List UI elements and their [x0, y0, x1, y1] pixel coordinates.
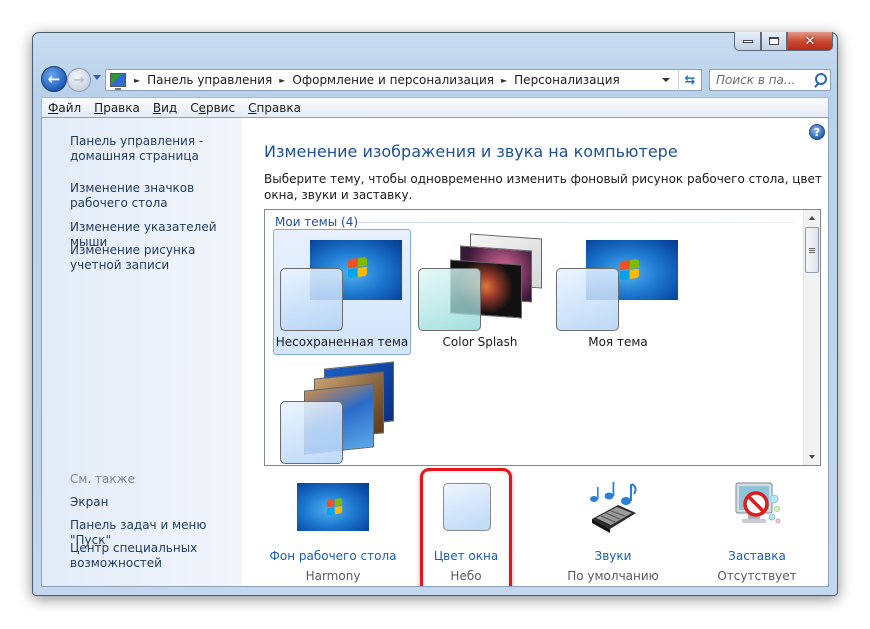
window-color-icon: [443, 483, 491, 531]
minimize-button[interactable]: [734, 32, 761, 51]
menu-edit-label: равка: [103, 100, 140, 115]
theme-name: Моя тема: [588, 335, 648, 349]
option-value: По умолчанию: [567, 569, 659, 583]
option-value: Harmony: [305, 569, 361, 583]
forward-button[interactable]: →: [67, 68, 91, 92]
address-dropdown-icon[interactable]: [662, 78, 670, 82]
navigation-bar: ← → ► Панель управления ► Оформление и п…: [41, 66, 831, 94]
themes-list: Мои темы (4) Несохраненная тема Color Sp…: [264, 209, 821, 466]
menu-tools[interactable]: Сервис: [190, 101, 235, 115]
menu-tools-label: рвис: [205, 100, 236, 115]
maximize-button[interactable]: [761, 32, 787, 51]
option-value: Отсутствует: [717, 569, 797, 583]
help-button[interactable]: ?: [809, 124, 825, 140]
scroll-up-button[interactable]: [804, 210, 820, 226]
breadcrumb-separator[interactable]: ►: [279, 76, 285, 85]
forward-arrow-icon: →: [73, 72, 85, 88]
menu-edit[interactable]: Правка: [94, 101, 140, 115]
see-also-ease-of-access[interactable]: Центр специальных возможностей: [70, 541, 200, 571]
desktop-background-icon: [297, 483, 369, 531]
caption-buttons: ✕: [734, 32, 833, 51]
scroll-down-icon: [809, 455, 815, 459]
scroll-up-icon: [809, 216, 815, 220]
menu-view-label: ид: [161, 100, 178, 115]
menu-edit-accel: П: [94, 100, 104, 115]
theme-options-row: Фон рабочего стола Harmony Цвет окна Неб…: [242, 468, 828, 586]
menu-view-accel: В: [152, 100, 162, 115]
recent-pages-dropdown[interactable]: [93, 75, 101, 80]
menu-help-label: правка: [256, 100, 301, 115]
themes-scrollbar[interactable]: [803, 210, 820, 465]
screensaver-icon: [735, 482, 781, 524]
sidebar-link-control-panel-home[interactable]: Панель управления - домашняя страница: [70, 134, 240, 164]
theme-color-preview: [556, 268, 619, 331]
address-bar[interactable]: ► Панель управления ► Оформление и персо…: [105, 69, 679, 91]
breadcrumb-appearance[interactable]: Оформление и персонализация: [292, 73, 494, 87]
theme-color-preview: [418, 268, 481, 331]
close-icon: ✕: [804, 33, 816, 49]
scroll-down-button[interactable]: [804, 449, 820, 465]
help-icon: ?: [813, 125, 821, 139]
back-arrow-icon: ←: [47, 70, 61, 88]
maximize-icon: [769, 37, 779, 45]
option-value: Небо: [450, 569, 482, 583]
option-label[interactable]: Цвет окна: [391, 549, 541, 563]
breadcrumb-separator[interactable]: ►: [501, 76, 507, 85]
theme-color-splash[interactable]: Color Splash: [411, 229, 549, 355]
refresh-button[interactable]: ⇆: [678, 69, 702, 91]
theme-color-preview: [280, 268, 343, 331]
scroll-thumb[interactable]: [805, 227, 819, 273]
see-also-heading: См. также: [70, 472, 135, 486]
menu-tools-accel: е: [198, 100, 206, 115]
breadcrumb-separator[interactable]: ►: [134, 76, 140, 85]
main-pane: ? Изменение изображения и звука на компь…: [242, 118, 828, 586]
theme-my-theme[interactable]: Моя тема: [549, 229, 687, 355]
theme-color-preview: [280, 401, 343, 464]
menu-view[interactable]: Вид: [153, 101, 177, 115]
theme-name: Color Splash: [442, 335, 518, 349]
search-icon[interactable]: [813, 73, 827, 87]
option-label[interactable]: Фон рабочего стола: [258, 549, 408, 563]
task-pane: Панель управления - домашняя страница Из…: [42, 118, 242, 586]
menu-bar: Файл Правка Вид Сервис Справка: [41, 97, 829, 117]
grip-icon: [809, 247, 815, 253]
control-panel-icon: [110, 73, 126, 90]
search-box: [709, 69, 831, 91]
menu-help[interactable]: Справка: [248, 101, 301, 115]
refresh-icon: ⇆: [684, 72, 696, 88]
windows-logo-icon: [620, 258, 640, 282]
search-input[interactable]: [716, 73, 810, 87]
windows-logo-icon: [327, 497, 343, 516]
close-button[interactable]: ✕: [787, 32, 833, 51]
option-label[interactable]: Заставка: [682, 549, 828, 563]
sidebar-link-account-picture[interactable]: Изменение рисунка учетной записи: [70, 243, 240, 273]
group-header-my-themes[interactable]: Мои темы (4): [275, 215, 358, 229]
sounds-icon: [590, 482, 637, 533]
see-also-display[interactable]: Экран: [70, 495, 240, 510]
back-button[interactable]: ←: [41, 66, 67, 92]
page-description: Выберите тему, чтобы одновременно измени…: [264, 172, 822, 202]
content-area: Панель управления - домашняя страница Из…: [41, 117, 829, 587]
breadcrumb-control-panel[interactable]: Панель управления: [147, 73, 272, 87]
personalization-window: ✕ ← → ► Панель управления ► Оформление и…: [32, 32, 838, 596]
theme-name: Несохраненная тема: [275, 335, 409, 349]
theme-unnamed[interactable]: [273, 358, 411, 466]
menu-tools-pre: С: [190, 100, 199, 115]
minimize-icon: [742, 39, 753, 43]
group-divider: [357, 222, 794, 223]
windows-logo-icon: [348, 256, 368, 280]
option-label[interactable]: Звуки: [538, 549, 688, 563]
page-title: Изменение изображения и звука на компьют…: [264, 142, 678, 161]
sidebar-link-desktop-icons[interactable]: Изменение значков рабочего стола: [70, 181, 240, 211]
menu-file[interactable]: Файл: [48, 101, 81, 115]
theme-unsaved[interactable]: Несохраненная тема: [273, 229, 411, 355]
breadcrumb-personalization[interactable]: Персонализация: [514, 73, 620, 87]
menu-file-label: айл: [58, 100, 82, 115]
menu-file-accel: Ф: [48, 100, 59, 115]
